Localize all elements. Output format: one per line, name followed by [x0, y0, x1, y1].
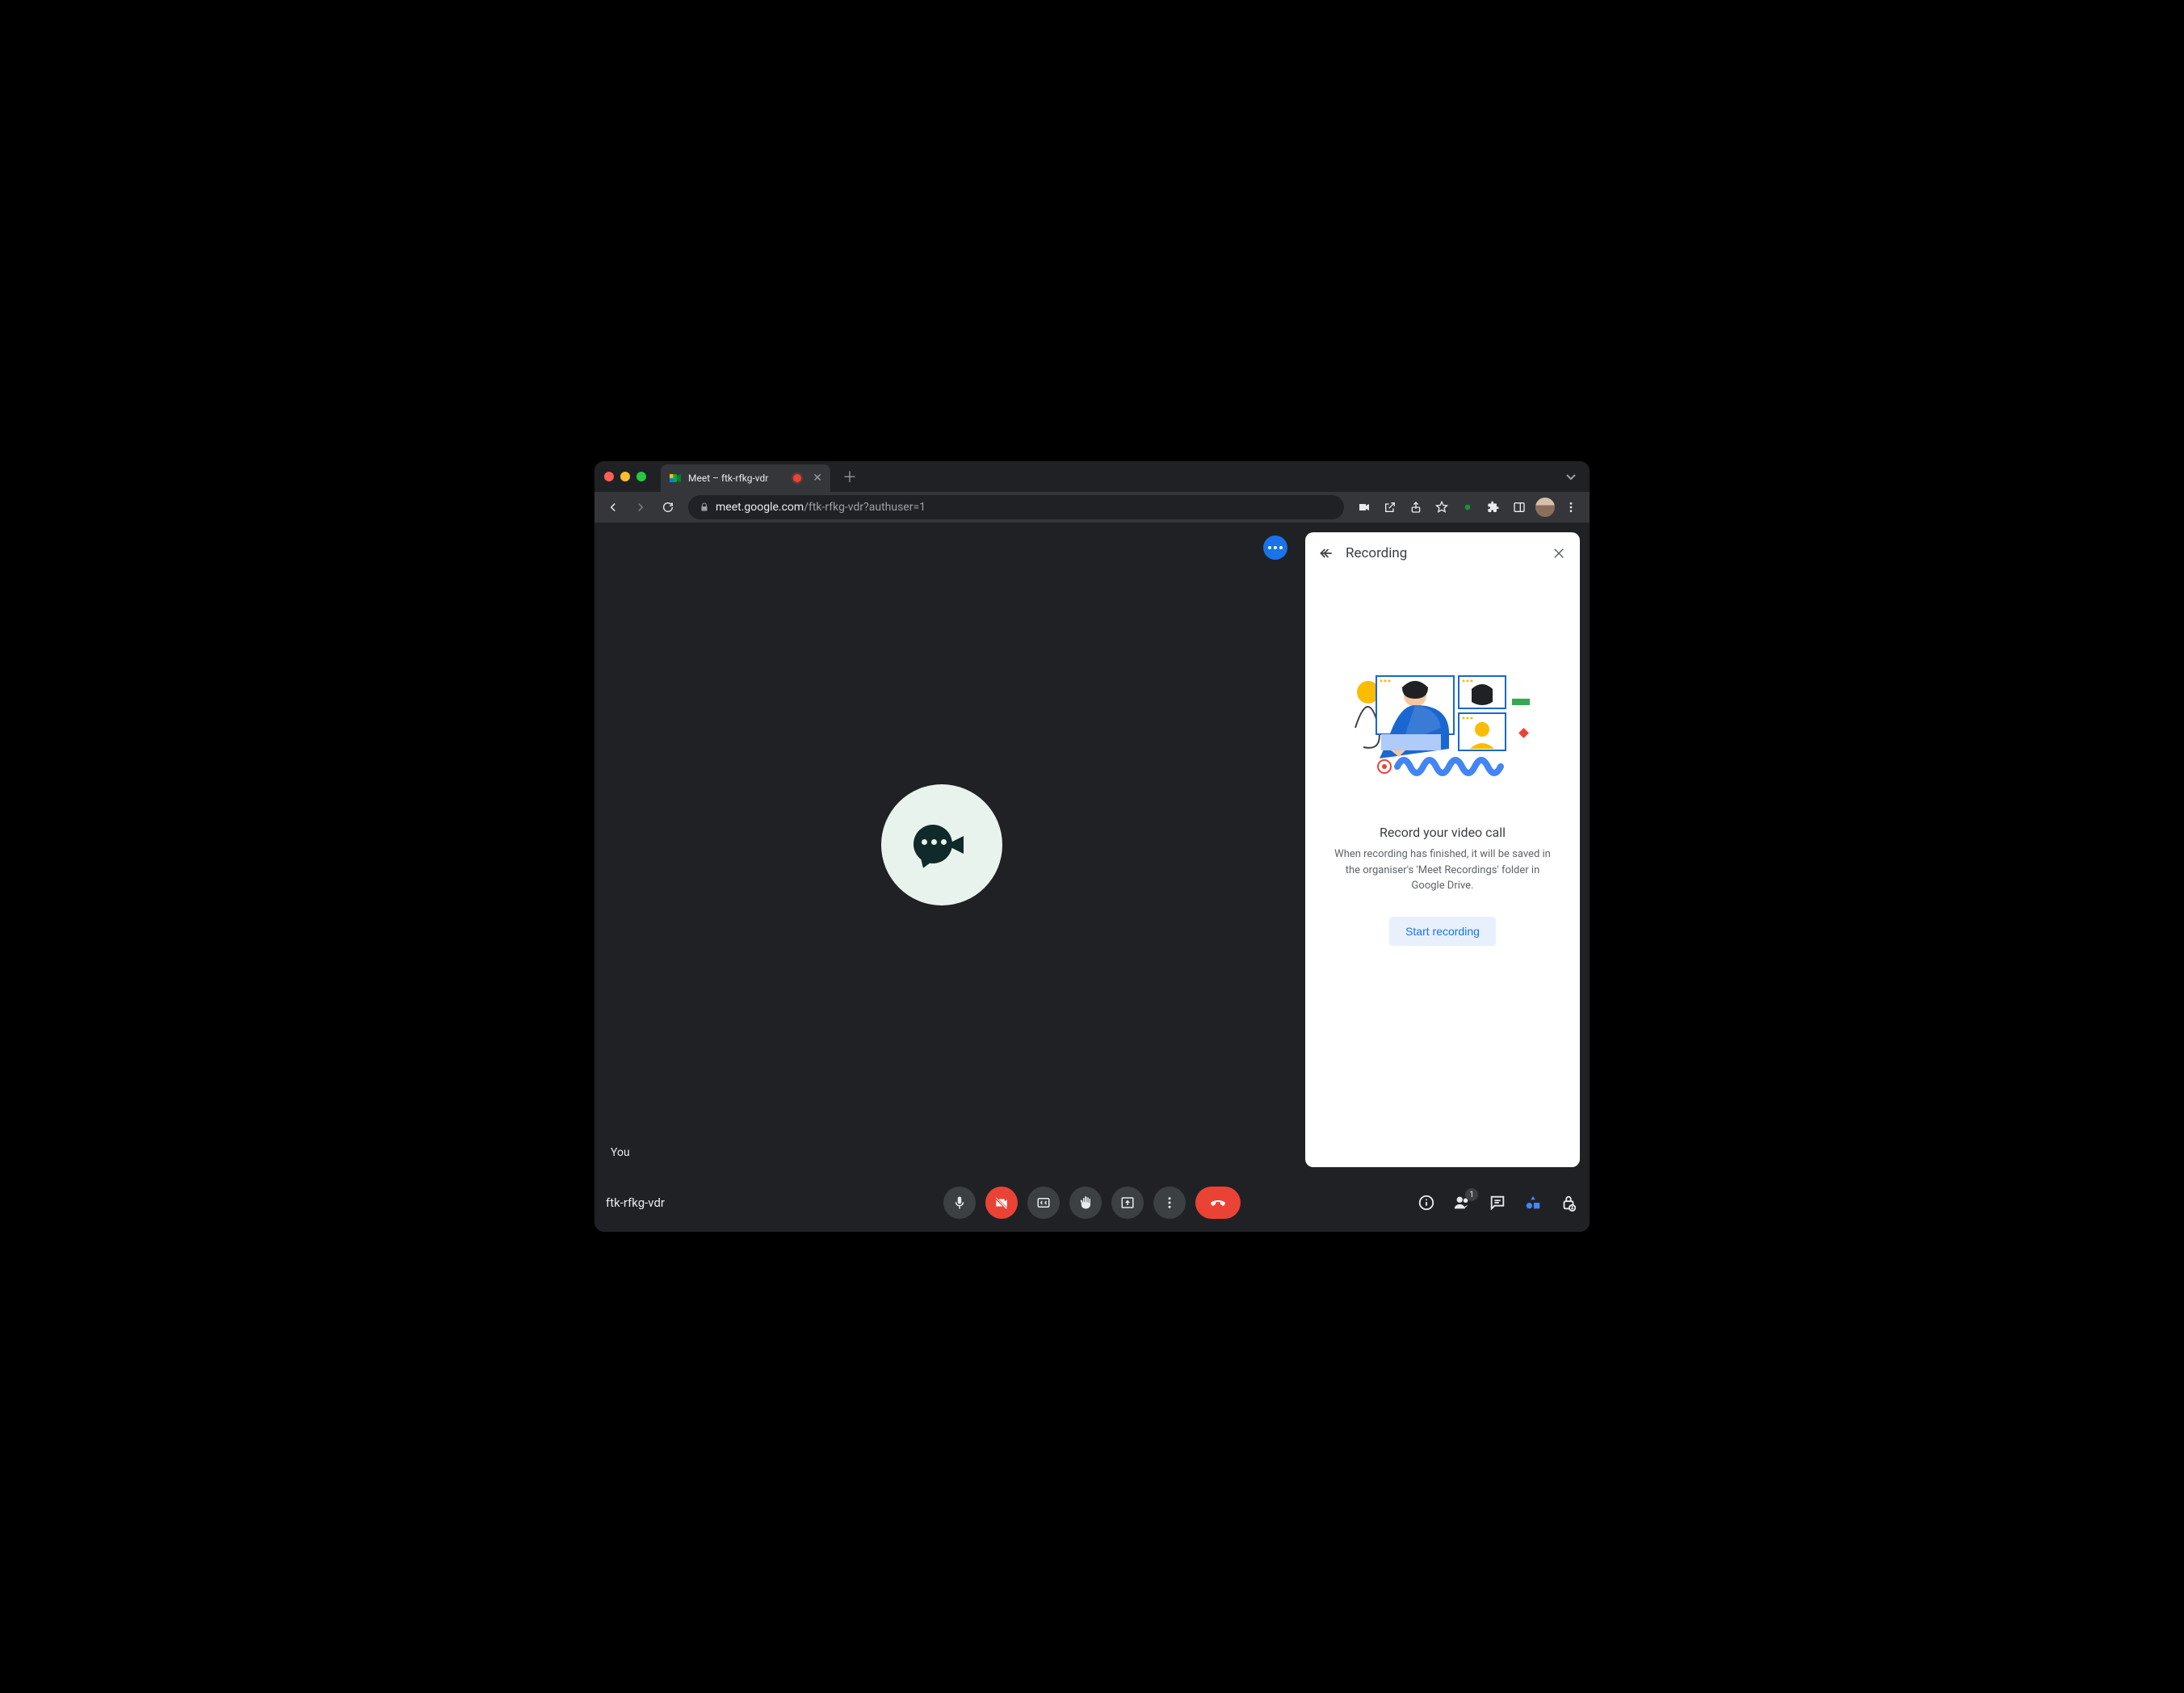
meeting-details-button[interactable]	[1417, 1193, 1436, 1212]
tabs-menu-icon[interactable]	[1565, 471, 1580, 482]
url-field[interactable]: meet.google.com/ftk-rfkg-vdr?authuser=1	[688, 495, 1344, 519]
zoom-window[interactable]	[636, 472, 646, 481]
back-button[interactable]	[601, 495, 625, 519]
panel-heading: Record your video call	[1380, 825, 1506, 840]
reload-button[interactable]	[656, 495, 680, 519]
bottom-bar: ftk-rfkg-vdr	[594, 1174, 1590, 1232]
meet-favicon-icon	[669, 472, 682, 485]
raise-hand-button[interactable]	[1069, 1187, 1102, 1219]
panel-back-button[interactable]	[1317, 544, 1336, 563]
open-external-icon[interactable]	[1378, 495, 1402, 519]
right-controls: 1	[1417, 1193, 1578, 1212]
video-area: You	[594, 523, 1299, 1232]
browser-window: Meet – ftk-rfkg-vdr ✕ ＋ meet.google.com/…	[594, 461, 1590, 1232]
share-icon[interactable]	[1404, 495, 1428, 519]
camera-indicator-icon[interactable]	[1352, 495, 1376, 519]
panel-title: Recording	[1346, 545, 1407, 561]
panel-header: Recording	[1305, 532, 1580, 574]
call-controls	[943, 1187, 1241, 1219]
menu-icon[interactable]	[1559, 495, 1583, 519]
extension-dot-icon[interactable]	[1455, 495, 1480, 519]
minimize-window[interactable]	[620, 472, 630, 481]
panel-close-button[interactable]	[1549, 544, 1569, 563]
recording-indicator-icon	[793, 474, 801, 482]
self-video-tile: You	[594, 523, 1289, 1167]
bookmark-icon[interactable]	[1430, 495, 1454, 519]
activities-button[interactable]	[1523, 1193, 1543, 1212]
tab-strip: Meet – ftk-rfkg-vdr ✕ ＋	[594, 461, 1590, 492]
chat-camera-icon	[914, 825, 970, 865]
mic-toggle-button[interactable]	[943, 1187, 976, 1219]
meet-content: You Recording	[594, 523, 1590, 1232]
participant-avatar	[881, 784, 1002, 905]
participants-button[interactable]: 1	[1452, 1193, 1472, 1212]
recording-illustration	[1354, 663, 1531, 792]
camera-toggle-button[interactable]	[985, 1187, 1018, 1219]
more-options-button[interactable]	[1153, 1187, 1186, 1219]
forward-button	[628, 495, 653, 519]
panel-description: When recording has finished, it will be …	[1325, 846, 1560, 894]
panel-body: Record your video call When recording ha…	[1305, 574, 1580, 1167]
meeting-code: ftk-rfkg-vdr	[606, 1195, 665, 1210]
lock-icon	[699, 502, 709, 512]
participant-name: You	[611, 1146, 630, 1159]
leave-call-button[interactable]	[1195, 1187, 1241, 1219]
present-button[interactable]	[1111, 1187, 1144, 1219]
window-controls	[604, 472, 646, 481]
participant-count-badge: 1	[1465, 1188, 1478, 1201]
address-bar: meet.google.com/ftk-rfkg-vdr?authuser=1	[594, 492, 1590, 523]
chat-button[interactable]	[1488, 1193, 1507, 1212]
browser-tab[interactable]: Meet – ftk-rfkg-vdr ✕	[661, 464, 830, 492]
profile-avatar[interactable]	[1533, 495, 1557, 519]
host-controls-button[interactable]	[1559, 1193, 1578, 1212]
start-recording-button[interactable]: Start recording	[1389, 917, 1496, 946]
sidepanel-icon[interactable]	[1507, 495, 1531, 519]
recording-panel: Recording	[1305, 532, 1580, 1167]
close-window[interactable]	[604, 472, 614, 481]
close-tab-icon[interactable]: ✕	[813, 473, 822, 484]
captions-button[interactable]	[1027, 1187, 1060, 1219]
toolbar-right	[1352, 495, 1583, 519]
url-text: meet.google.com/ftk-rfkg-vdr?authuser=1	[716, 501, 926, 514]
tile-options-button[interactable]	[1263, 536, 1287, 560]
extensions-icon[interactable]	[1481, 495, 1506, 519]
tab-title: Meet – ftk-rfkg-vdr	[688, 473, 768, 484]
new-tab-button[interactable]: ＋	[838, 465, 861, 488]
